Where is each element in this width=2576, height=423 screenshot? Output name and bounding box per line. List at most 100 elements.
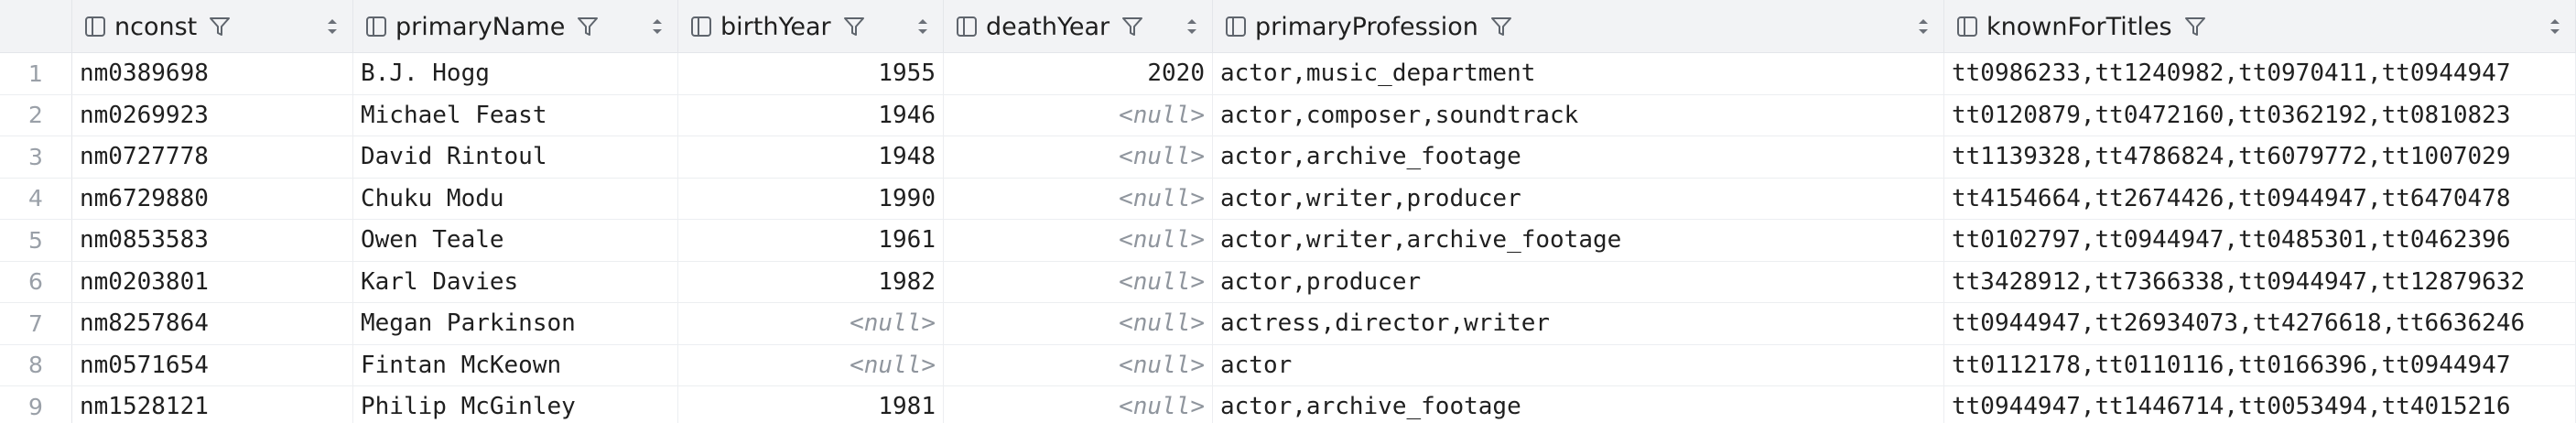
- table-cell-primaryProfession[interactable]: actor,writer,producer: [1213, 178, 1944, 219]
- table-cell-nconst[interactable]: nm0571654: [72, 344, 353, 385]
- table-cell-birthYear[interactable]: 1981: [678, 386, 944, 423]
- table-cell-knownForTitles[interactable]: tt1139328,tt4786824,tt6079772,tt1007029: [1944, 136, 2576, 178]
- filter-icon[interactable]: [576, 15, 600, 38]
- table-cell-primaryName[interactable]: Michael Feast: [353, 94, 678, 136]
- table-cell-knownForTitles[interactable]: tt3428912,tt7366338,tt0944947,tt12879632: [1944, 261, 2576, 302]
- row-number[interactable]: 1: [0, 53, 72, 94]
- table-cell-knownForTitles[interactable]: tt0102797,tt0944947,tt0485301,tt0462396: [1944, 220, 2576, 261]
- sort-icon[interactable]: [915, 16, 930, 38]
- column-header-deathYear[interactable]: deathYear: [944, 0, 1213, 53]
- table-row[interactable]: 9 nm1528121 Philip McGinley 1981 <null> actor…: [0, 386, 2576, 423]
- table-cell-knownForTitles[interactable]: tt0986233,tt1240982,tt0970411,tt0944947: [1944, 53, 2576, 94]
- null-cell[interactable]: <null>: [944, 303, 1213, 344]
- row-number[interactable]: 7: [0, 303, 72, 344]
- table-cell-primaryProfession[interactable]: actor,archive_footage: [1213, 136, 1944, 178]
- column-icon: [366, 16, 386, 37]
- filter-icon[interactable]: [1120, 15, 1144, 38]
- column-icon: [1957, 16, 1977, 37]
- table-cell-primaryName[interactable]: Owen Teale: [353, 220, 678, 261]
- row-number[interactable]: 9: [0, 386, 72, 423]
- table-cell-nconst[interactable]: nm0269923: [72, 94, 353, 136]
- table-cell-nconst[interactable]: nm0853583: [72, 220, 353, 261]
- row-number[interactable]: 3: [0, 136, 72, 178]
- table-row[interactable]: 5 nm0853583 Owen Teale 1961 <null> actor,writ…: [0, 220, 2576, 262]
- table-cell-primaryProfession[interactable]: actor,composer,soundtrack: [1213, 94, 1944, 136]
- column-title: knownForTitles: [1986, 12, 2172, 41]
- column-header-primaryProfession[interactable]: primaryProfession: [1213, 0, 1944, 53]
- table-cell-knownForTitles[interactable]: tt0120879,tt0472160,tt0362192,tt0810823: [1944, 94, 2576, 136]
- table-row[interactable]: 2 nm0269923 Michael Feast 1946 <null> actor,c…: [0, 94, 2576, 136]
- table-cell-nconst[interactable]: nm6729880: [72, 178, 353, 219]
- table-cell-knownForTitles[interactable]: tt0944947,tt1446714,tt0053494,tt4015216: [1944, 386, 2576, 423]
- column-icon: [85, 16, 105, 37]
- null-cell[interactable]: <null>: [944, 386, 1213, 423]
- column-icon: [691, 16, 711, 37]
- table-row[interactable]: 4 nm6729880 Chuku Modu 1990 <null> actor,writ…: [0, 178, 2576, 220]
- filter-icon[interactable]: [208, 15, 232, 38]
- table-row[interactable]: 3 nm0727778 David Rintoul 1948 <null> actor,a…: [0, 136, 2576, 179]
- table-cell-knownForTitles[interactable]: tt0112178,tt0110116,tt0166396,tt0944947: [1944, 344, 2576, 385]
- row-number[interactable]: 5: [0, 220, 72, 261]
- column-icon: [1226, 16, 1246, 37]
- null-cell[interactable]: <null>: [944, 136, 1213, 178]
- table-cell-birthYear[interactable]: 1961: [678, 220, 944, 261]
- table-cell-primaryProfession[interactable]: actor,writer,archive_footage: [1213, 220, 1944, 261]
- null-cell[interactable]: <null>: [944, 220, 1213, 261]
- table-cell-primaryProfession[interactable]: actor: [1213, 344, 1944, 385]
- table-cell-knownForTitles[interactable]: tt0944947,tt26934073,tt4276618,tt6636246: [1944, 303, 2576, 344]
- table-cell-primaryName[interactable]: Karl Davies: [353, 261, 678, 302]
- column-icon: [957, 16, 977, 37]
- table-cell-birthYear[interactable]: 1955: [678, 53, 944, 94]
- null-cell[interactable]: <null>: [944, 178, 1213, 219]
- sort-icon[interactable]: [1185, 16, 1199, 38]
- row-number[interactable]: 2: [0, 94, 72, 136]
- row-number[interactable]: 4: [0, 178, 72, 219]
- null-cell[interactable]: <null>: [944, 94, 1213, 136]
- column-header-primaryName[interactable]: primaryName: [353, 0, 678, 53]
- table-cell-nconst[interactable]: nm8257864: [72, 303, 353, 344]
- table-cell-birthYear[interactable]: 1990: [678, 178, 944, 219]
- column-title: birthYear: [720, 12, 831, 41]
- table-cell-birthYear[interactable]: 1948: [678, 136, 944, 178]
- column-header-nconst[interactable]: nconst: [72, 0, 353, 53]
- table-cell-primaryName[interactable]: Megan Parkinson: [353, 303, 678, 344]
- sort-icon[interactable]: [650, 16, 665, 38]
- table-cell-birthYear[interactable]: 1946: [678, 94, 944, 136]
- table-cell-nconst[interactable]: nm1528121: [72, 386, 353, 423]
- table-cell-nconst[interactable]: nm0389698: [72, 53, 353, 94]
- table-cell-primaryName[interactable]: Fintan McKeown: [353, 344, 678, 385]
- null-cell[interactable]: <null>: [944, 261, 1213, 302]
- column-header-birthYear[interactable]: birthYear: [678, 0, 944, 53]
- sort-icon[interactable]: [2548, 16, 2562, 38]
- table-cell-primaryProfession[interactable]: actor,archive_footage: [1213, 386, 1944, 423]
- table-cell-primaryName[interactable]: Chuku Modu: [353, 178, 678, 219]
- table-row[interactable]: 8 nm0571654 Fintan McKeown <null> <null> acto…: [0, 344, 2576, 386]
- table-cell-primaryName[interactable]: Philip McGinley: [353, 386, 678, 423]
- table-row[interactable]: 6 nm0203801 Karl Davies 1982 <null> actor,pro…: [0, 261, 2576, 303]
- table-cell-knownForTitles[interactable]: tt4154664,tt2674426,tt0944947,tt6470478: [1944, 178, 2576, 219]
- table-cell-nconst[interactable]: nm0203801: [72, 261, 353, 302]
- table-cell-birthYear[interactable]: 1982: [678, 261, 944, 302]
- column-header-knownForTitles[interactable]: knownForTitles: [1944, 0, 2576, 53]
- table-cell-primaryProfession[interactable]: actor,producer: [1213, 261, 1944, 302]
- table-cell-deathYear[interactable]: 2020: [944, 53, 1213, 94]
- row-number-header: [0, 0, 72, 53]
- table-row[interactable]: 1 nm0389698 B.J. Hogg 1955 2020 actor,music_d…: [0, 53, 2576, 95]
- row-number[interactable]: 6: [0, 261, 72, 302]
- table-cell-primaryProfession[interactable]: actress,director,writer: [1213, 303, 1944, 344]
- row-number[interactable]: 8: [0, 344, 72, 385]
- table-cell-primaryProfession[interactable]: actor,music_department: [1213, 53, 1944, 94]
- column-title: primaryName: [395, 12, 566, 41]
- table-cell-primaryName[interactable]: B.J. Hogg: [353, 53, 678, 94]
- null-cell[interactable]: <null>: [944, 344, 1213, 385]
- sort-icon[interactable]: [1916, 16, 1931, 38]
- null-cell[interactable]: <null>: [678, 303, 944, 344]
- filter-icon[interactable]: [1489, 15, 1513, 38]
- filter-icon[interactable]: [2183, 15, 2207, 38]
- sort-icon[interactable]: [325, 16, 340, 38]
- table-cell-primaryName[interactable]: David Rintoul: [353, 136, 678, 178]
- table-row[interactable]: 7 nm8257864 Megan Parkinson <null> <null> act…: [0, 303, 2576, 345]
- table-cell-nconst[interactable]: nm0727778: [72, 136, 353, 178]
- null-cell[interactable]: <null>: [678, 344, 944, 385]
- filter-icon[interactable]: [842, 15, 866, 38]
